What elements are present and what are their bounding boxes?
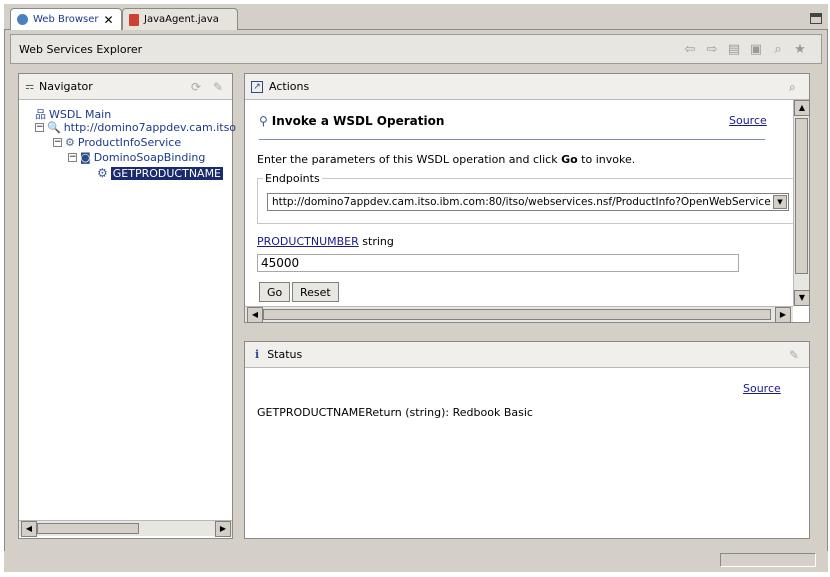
save-icon[interactable]: ▣ bbox=[749, 43, 763, 57]
tab-java-agent[interactable]: JavaAgent.java bbox=[122, 8, 238, 30]
actions-header: ↗ Actions ⌕ bbox=[245, 74, 809, 100]
actions-panel: ↗ Actions ⌕ ⚲ Invoke a WSDL Operation So… bbox=[244, 73, 810, 323]
scroll-up-icon[interactable]: ▲ bbox=[794, 100, 810, 116]
tree-item-wsdl-main[interactable]: 品 WSDL Main bbox=[35, 106, 111, 122]
scroll-down-icon[interactable]: ▼ bbox=[794, 290, 810, 306]
scroll-left-icon[interactable]: ◀ bbox=[247, 307, 263, 323]
tree-item-binding[interactable]: − ◙ DominoSoapBinding bbox=[68, 151, 205, 164]
navigator-header: ⚎ Navigator ⟳ ✎ bbox=[19, 74, 232, 100]
status-panel: i Status ✎ Source GETPRODUCTNAMEReturn (… bbox=[244, 341, 810, 539]
endpoints-label: Endpoints bbox=[263, 172, 322, 185]
tree-item-product-info-service[interactable]: − ⚙ ProductInfoService bbox=[53, 136, 181, 149]
heading-divider bbox=[259, 139, 765, 140]
navigator-title: Navigator bbox=[38, 80, 93, 93]
status-source-link[interactable]: Source bbox=[743, 382, 781, 395]
scroll-left-icon[interactable]: ◀ bbox=[21, 521, 37, 537]
globe-icon bbox=[17, 14, 28, 25]
java-file-icon bbox=[129, 13, 139, 26]
back-icon[interactable]: ⇦ bbox=[683, 43, 697, 57]
document-icon[interactable]: ▤ bbox=[727, 43, 741, 57]
maximize-icon[interactable] bbox=[810, 13, 822, 24]
source-link[interactable]: Source bbox=[729, 114, 767, 127]
collapse-icon[interactable]: − bbox=[68, 153, 77, 162]
chevron-down-icon[interactable]: ▼ bbox=[773, 195, 787, 209]
tree-item-operation[interactable]: ⚙ GETPRODUCTNAME bbox=[97, 166, 224, 180]
scroll-thumb[interactable] bbox=[37, 523, 139, 534]
search-icon[interactable]: ⌕ bbox=[771, 43, 785, 57]
operation-icon: ⚙ bbox=[97, 166, 108, 180]
progress-area bbox=[720, 553, 816, 567]
forward-icon[interactable]: ⇨ bbox=[705, 43, 719, 57]
instructions: Enter the parameters of this WSDL operat… bbox=[257, 153, 636, 166]
product-number-input[interactable]: 45000 bbox=[257, 254, 739, 272]
clear-icon[interactable]: ✎ bbox=[789, 348, 799, 362]
parameter-type: string bbox=[362, 235, 394, 248]
parameter-name-link[interactable]: PRODUCTNUMBER bbox=[257, 235, 359, 248]
scroll-thumb[interactable] bbox=[795, 118, 808, 274]
binding-icon: ◙ bbox=[80, 151, 91, 164]
operation-heading: ⚲ Invoke a WSDL Operation bbox=[259, 114, 445, 128]
navigator-panel: ⚎ Navigator ⟳ ✎ 品 WSDL Main − 🔍 http://d… bbox=[18, 73, 236, 539]
info-icon: i bbox=[255, 348, 260, 361]
explorer-header: Web Services Explorer ⇦ ⇨ ▤ ▣ ⌕ ★ bbox=[10, 34, 822, 64]
page-title: Web Services Explorer bbox=[19, 43, 143, 56]
navigator-hscrollbar[interactable]: ◀ ▶ bbox=[19, 520, 232, 537]
favorite-icon[interactable]: ★ bbox=[793, 43, 807, 57]
tab-java-agent-label: JavaAgent.java bbox=[144, 14, 219, 25]
actions-hscrollbar[interactable]: ◀ ▶ bbox=[245, 306, 793, 323]
collapse-icon[interactable]: − bbox=[53, 138, 62, 147]
wsdl-icon: 🔍 bbox=[47, 121, 61, 134]
scroll-right-icon[interactable]: ▶ bbox=[775, 307, 791, 323]
tree-item-service-url[interactable]: − 🔍 http://domino7appdev.cam.itso bbox=[35, 121, 236, 134]
tab-web-browser[interactable]: Web Browser ✕ bbox=[10, 8, 122, 30]
go-button[interactable]: Go bbox=[259, 282, 291, 302]
status-header: i Status ✎ bbox=[245, 342, 809, 368]
actions-title: Actions bbox=[269, 80, 310, 93]
status-title: Status bbox=[267, 348, 303, 361]
editor-tab-strip: Web Browser ✕ JavaAgent.java bbox=[4, 4, 828, 30]
reset-button[interactable]: Reset bbox=[292, 282, 339, 302]
invoke-icon: ⚲ bbox=[259, 114, 268, 128]
wsdl-search-icon[interactable]: ⌕ bbox=[789, 80, 796, 95]
actions-vscrollbar[interactable]: ▲ ▼ bbox=[793, 100, 810, 306]
network-icon: 品 bbox=[35, 108, 46, 121]
actions-content: ⚲ Invoke a WSDL Operation Source Enter t… bbox=[245, 100, 809, 306]
collapse-icon[interactable]: − bbox=[35, 123, 44, 132]
service-icon: ⚙ bbox=[65, 136, 75, 149]
actions-icon: ↗ bbox=[251, 80, 263, 93]
endpoint-select[interactable]: http://domino7appdev.cam.itso.ibm.com:80… bbox=[267, 193, 789, 211]
parameter-label-row: PRODUCTNUMBER string bbox=[257, 235, 394, 248]
navigator-icon: ⚎ bbox=[25, 81, 34, 92]
status-result: GETPRODUCTNAMEReturn (string): Redbook B… bbox=[257, 406, 533, 419]
clear-icon[interactable]: ✎ bbox=[213, 80, 223, 94]
close-icon[interactable]: ✕ bbox=[104, 13, 114, 27]
tab-web-browser-label: Web Browser bbox=[33, 14, 99, 25]
status-bar bbox=[4, 551, 828, 572]
navigator-tree: 品 WSDL Main − 🔍 http://domino7appdev.cam… bbox=[19, 100, 236, 520]
refresh-icon[interactable]: ⟳ bbox=[191, 80, 201, 94]
scroll-right-icon[interactable]: ▶ bbox=[215, 521, 231, 537]
scroll-thumb[interactable] bbox=[263, 309, 771, 320]
